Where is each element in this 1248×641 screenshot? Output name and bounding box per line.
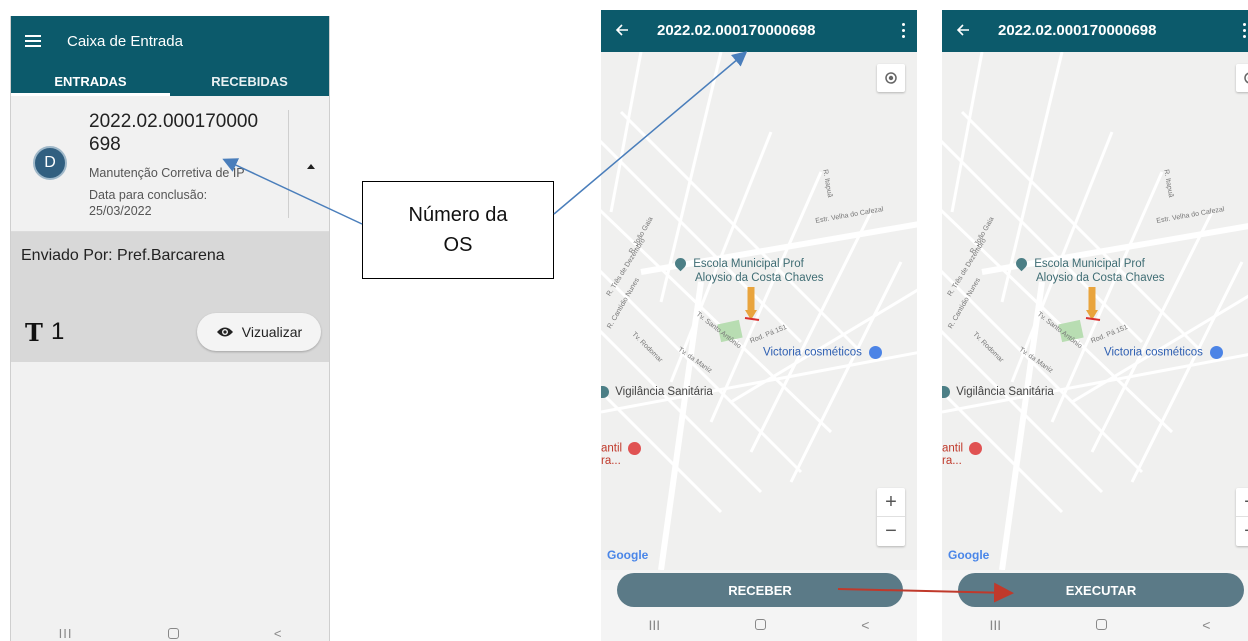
poi-health[interactable]: Vigilância Sanitária bbox=[942, 386, 1054, 398]
app-bar: 2022.02.000170000698 bbox=[601, 10, 917, 52]
health-name: Vigilância Sanitária bbox=[956, 386, 1054, 399]
action-area: RECEBER III < bbox=[601, 570, 917, 641]
view-button-label: Vizualizar bbox=[241, 324, 303, 340]
poi-store[interactable]: Victoria cosméticos bbox=[1104, 346, 1224, 359]
poi-health[interactable]: Vigilância Sanitária bbox=[601, 386, 713, 398]
view-button[interactable]: Vizualizar bbox=[197, 313, 321, 351]
receive-button[interactable]: RECEBER bbox=[617, 573, 903, 607]
map-roads bbox=[942, 52, 1248, 570]
os-title: 2022.02.000170000698 bbox=[657, 22, 816, 39]
google-logo: Google bbox=[607, 548, 649, 562]
map-screen-receive: 2022.02.000170000698 R. João Gaia R. Trê… bbox=[601, 10, 917, 641]
poi-store[interactable]: Victoria cosméticos bbox=[763, 346, 883, 359]
hospital-pin-icon bbox=[628, 442, 642, 455]
app-bar: 2022.02.000170000698 bbox=[942, 10, 1248, 52]
school-name-line-2: Aloysio da Costa Chaves bbox=[695, 272, 824, 284]
my-location-button[interactable] bbox=[1236, 64, 1248, 92]
hospital-name-1: antil bbox=[601, 442, 623, 455]
recents-button[interactable]: III bbox=[990, 617, 1002, 633]
back-arrow-icon[interactable] bbox=[956, 23, 970, 37]
google-logo: Google bbox=[948, 548, 990, 562]
due-date-label: Data para conclusão: bbox=[89, 188, 208, 202]
home-button[interactable] bbox=[1096, 618, 1108, 630]
store-name: Victoria cosméticos bbox=[1104, 346, 1203, 359]
health-pin-icon bbox=[942, 386, 950, 398]
shopping-pin-icon bbox=[869, 346, 883, 359]
school-pin-icon bbox=[672, 256, 689, 272]
zoom-out-button[interactable]: − bbox=[877, 517, 905, 546]
store-name: Victoria cosméticos bbox=[763, 346, 862, 359]
recents-button[interactable]: III bbox=[59, 626, 73, 641]
shopping-pin-icon bbox=[1210, 346, 1224, 359]
zoom-in-button[interactable]: + bbox=[1236, 488, 1248, 517]
page-title: Caixa de Entrada bbox=[67, 32, 183, 50]
os-list-item[interactable]: D 2022.02.000170000698 Manutenção Corret… bbox=[11, 96, 329, 232]
divider bbox=[288, 110, 289, 218]
zoom-out-button[interactable]: − bbox=[1236, 517, 1248, 546]
school-name-line-1: Escola Municipal Prof bbox=[1034, 258, 1145, 270]
poi-school[interactable]: Escola Municipal Prof bbox=[1013, 256, 1145, 272]
avatar: D bbox=[33, 146, 67, 180]
hospital-name-1: antil bbox=[942, 442, 964, 455]
home-button[interactable] bbox=[167, 628, 179, 639]
school-name-line-2: Aloysio da Costa Chaves bbox=[1036, 272, 1165, 284]
text-format-icon: T bbox=[25, 318, 43, 347]
health-pin-icon bbox=[601, 386, 609, 398]
target-icon bbox=[1244, 72, 1248, 84]
poi-school[interactable]: Escola Municipal Prof bbox=[672, 256, 804, 272]
tab-entradas[interactable]: ENTRADAS bbox=[11, 66, 170, 96]
action-area: EXECUTAR III < bbox=[942, 570, 1248, 641]
back-arrow-icon[interactable] bbox=[615, 23, 629, 37]
system-nav-bar: III < bbox=[11, 619, 329, 641]
recents-button[interactable]: III bbox=[649, 617, 661, 633]
poi-hospital[interactable]: antil ra... bbox=[601, 442, 642, 467]
execute-button[interactable]: EXECUTAR bbox=[958, 573, 1244, 607]
map-view[interactable]: R. João Gaia R. Três de Dezembro R. Cant… bbox=[942, 52, 1248, 570]
health-name: Vigilância Sanitária bbox=[615, 386, 713, 399]
poi-hospital[interactable]: antil ra... bbox=[942, 442, 983, 467]
back-button[interactable]: < bbox=[1202, 617, 1210, 633]
callout-line-1: Número da bbox=[408, 204, 508, 226]
menu-icon[interactable] bbox=[25, 35, 41, 47]
back-button[interactable]: < bbox=[274, 626, 282, 641]
zoom-controls: + − bbox=[877, 488, 905, 546]
collapse-caret-icon[interactable] bbox=[307, 164, 315, 169]
target-icon bbox=[885, 72, 897, 84]
os-number: 2022.02.000170000698 bbox=[89, 111, 259, 155]
more-options-icon[interactable] bbox=[902, 23, 905, 38]
callout-line-2: OS bbox=[443, 234, 473, 256]
hospital-name-2: ra... bbox=[942, 455, 962, 467]
home-button[interactable] bbox=[755, 618, 767, 630]
inbox-screen: Caixa de Entrada ENTRADAS RECEBIDAS D 20… bbox=[10, 16, 330, 641]
app-bar: Caixa de Entrada bbox=[11, 16, 329, 66]
map-roads bbox=[601, 52, 917, 570]
os-description: Manutenção Corretiva de IP bbox=[89, 166, 245, 180]
zoom-controls: + − bbox=[1236, 488, 1248, 546]
system-nav-bar: III < bbox=[942, 610, 1248, 640]
due-date: 25/03/2022 bbox=[89, 204, 152, 218]
callout-box: Número da OS bbox=[362, 181, 554, 279]
zoom-in-button[interactable]: + bbox=[877, 488, 905, 517]
attachment-count: 1 bbox=[51, 318, 65, 345]
os-title: 2022.02.000170000698 bbox=[998, 22, 1157, 39]
map-view[interactable]: R. João Gaia R. Três de Dezembro R. Cant… bbox=[601, 52, 917, 570]
hospital-name-2: ra... bbox=[601, 455, 621, 467]
school-pin-icon bbox=[1013, 256, 1030, 272]
tab-bar: ENTRADAS RECEBIDAS bbox=[11, 66, 329, 96]
school-name-line-1: Escola Municipal Prof bbox=[693, 258, 804, 270]
tab-recebidas[interactable]: RECEBIDAS bbox=[170, 66, 329, 96]
my-location-button[interactable] bbox=[877, 64, 905, 92]
system-nav-bar: III < bbox=[601, 610, 917, 640]
more-options-icon[interactable] bbox=[1243, 23, 1246, 38]
eye-icon bbox=[216, 327, 233, 337]
back-button[interactable]: < bbox=[861, 617, 869, 633]
sender-text: Enviado Por: Pref.Barcarena bbox=[21, 247, 225, 264]
hospital-pin-icon bbox=[969, 442, 983, 455]
map-screen-execute: 2022.02.000170000698 R. João Gaia R. Trê… bbox=[942, 10, 1248, 641]
os-detail-panel: Enviado Por: Pref.Barcarena T 1 Vizualiz… bbox=[11, 232, 329, 362]
